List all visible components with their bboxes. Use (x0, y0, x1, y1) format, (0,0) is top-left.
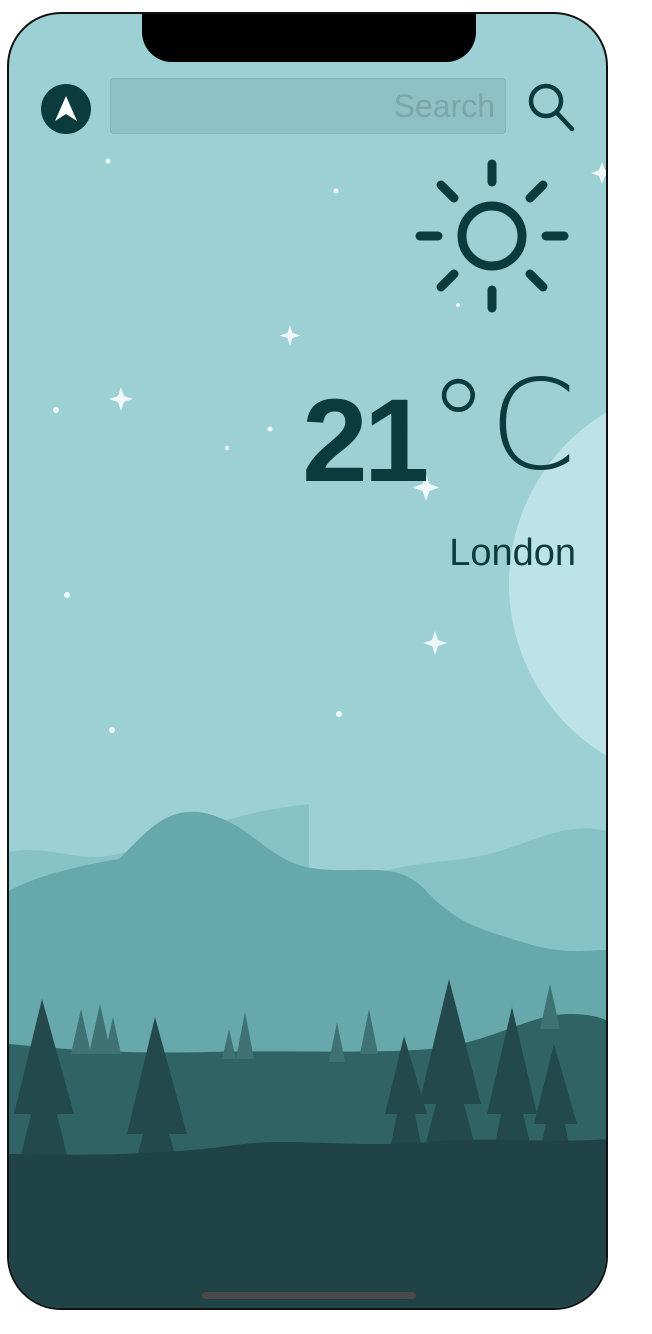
location-button[interactable] (41, 84, 91, 134)
navigation-arrow-icon (55, 96, 77, 121)
temperature-display: 21 °C (302, 364, 576, 500)
home-indicator (202, 1292, 416, 1299)
magnifier-icon (528, 83, 575, 132)
sun-icon (415, 159, 569, 313)
phone-frame: 21 °C London (7, 12, 608, 1310)
foreground-ground (9, 1139, 606, 1308)
temperature-value: 21 (302, 375, 429, 507)
device-notch (142, 14, 476, 62)
search-input[interactable] (110, 78, 506, 134)
temperature-unit: °C (427, 354, 576, 498)
search-button[interactable] (524, 80, 578, 134)
city-name: London (449, 532, 576, 574)
